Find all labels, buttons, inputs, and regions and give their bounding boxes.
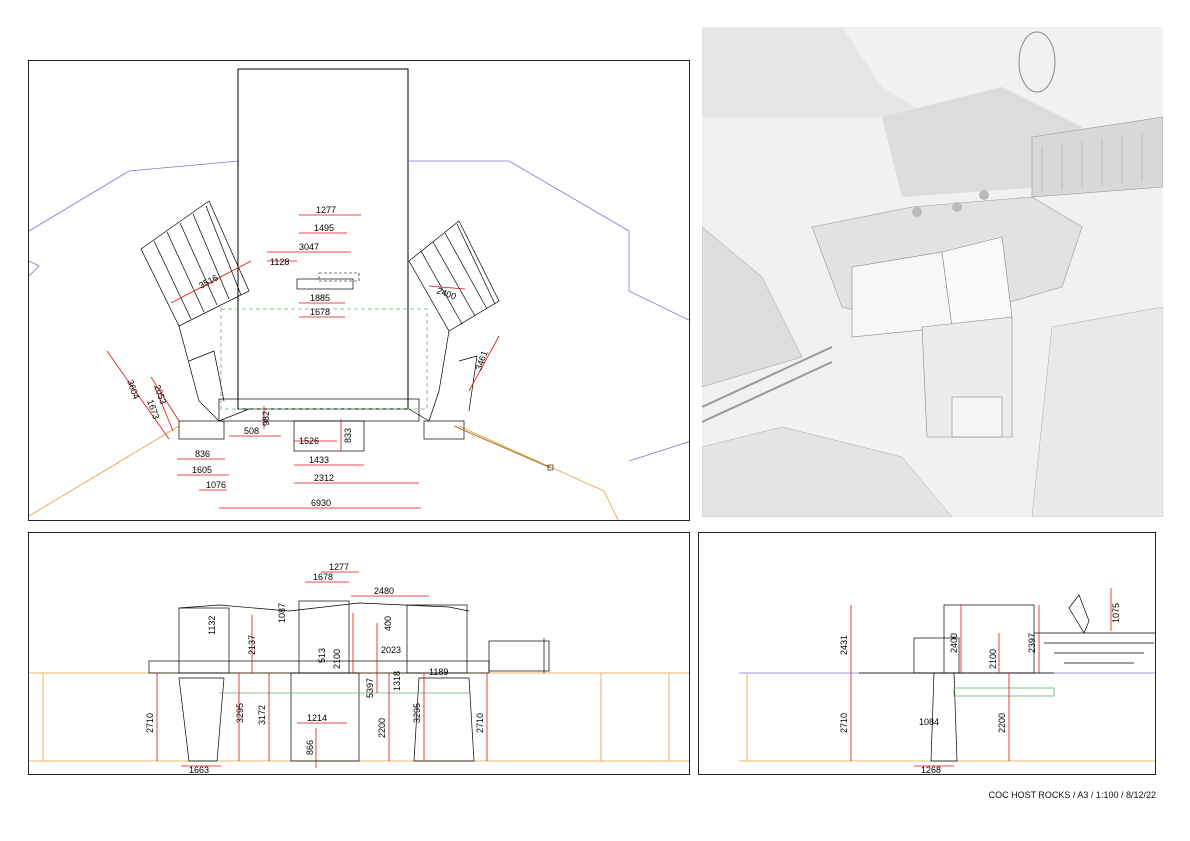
- plan-dim-label: 833: [343, 428, 353, 443]
- plan-dim-label: 2312: [314, 473, 334, 483]
- plan-dim-label: 1433: [309, 455, 329, 465]
- front-dim-label: 400: [383, 616, 393, 631]
- render-image: [702, 27, 1163, 517]
- front-dim-label: 5397: [365, 678, 375, 698]
- side-dim-label: 2397: [1027, 633, 1037, 653]
- front-elevation-dimension-labels: 1277 1678 2480 1087 2137 1132 400 513 21…: [145, 562, 485, 775]
- front-dim-label: 2200: [377, 718, 387, 738]
- plan-dim-label: 6930: [311, 498, 331, 508]
- plan-dim-label: 3461: [473, 349, 489, 371]
- plan-dim-label: 3516: [197, 273, 219, 291]
- front-dim-label: 2480: [374, 586, 394, 596]
- side-dim-label: 2400: [949, 633, 959, 653]
- plan-dim-label: 836: [195, 449, 210, 459]
- plan-view-panel: 1277 1495 3047 1128 1885 1678 3516 2400 …: [28, 60, 690, 521]
- plan-dim-label: 508: [244, 426, 259, 436]
- plan-dim-label: 982: [261, 411, 271, 426]
- plan-drawing: 1277 1495 3047 1128 1885 1678 3516 2400 …: [29, 68, 689, 520]
- front-dim-label: 3295: [235, 703, 245, 723]
- side-dim-label: 2710: [839, 713, 849, 733]
- plan-dim-label: 1495: [314, 223, 334, 233]
- plan-dimension-labels: 1277 1495 3047 1128 1885 1678 3516 2400 …: [125, 205, 490, 508]
- side-dim-label: 2200: [997, 713, 1007, 733]
- plan-dim-label: 1605: [192, 465, 212, 475]
- front-dim-label: 1132: [207, 616, 217, 635]
- side-dim-label: 1075: [1111, 603, 1121, 623]
- side-dim-label: 1268: [921, 765, 941, 775]
- front-dim-label: 1214: [307, 713, 327, 723]
- side-dim-label: 2100: [988, 649, 998, 669]
- front-dim-label: 1277: [329, 562, 349, 572]
- front-dim-label: 3295: [412, 703, 422, 723]
- front-dim-label: 1087: [277, 603, 287, 623]
- title-block: COC HOST ROCKS / A3 / 1:100 / 8/12/22: [988, 790, 1156, 800]
- front-dim-label: 2137: [247, 635, 257, 655]
- front-dim-label: 2023: [381, 645, 401, 655]
- front-dim-label: 1189: [429, 667, 448, 677]
- front-dim-label: 513: [317, 648, 327, 663]
- plan-dim-label: 3604: [125, 378, 141, 400]
- plan-dim-label: 1277: [316, 205, 336, 215]
- side-dim-label: 1084: [919, 717, 939, 727]
- front-dim-label: 2100: [332, 649, 342, 669]
- plan-dim-label: 1128: [270, 257, 289, 267]
- plan-dim-label: 1076: [206, 480, 226, 490]
- plan-dim-label: 1885: [310, 293, 330, 303]
- front-dim-label: 2710: [475, 713, 485, 733]
- plan-dim-label: 1678: [310, 307, 330, 317]
- front-elevation-panel: 1277 1678 2480 1087 2137 1132 400 513 21…: [28, 532, 690, 775]
- side-dim-label: 2431: [839, 635, 849, 655]
- front-elevation-drawing: 1277 1678 2480 1087 2137 1132 400 513 21…: [29, 562, 689, 775]
- render-view-panel: [702, 27, 1163, 517]
- plan-dim-label: 3047: [299, 242, 319, 252]
- front-dim-label: 2710: [145, 713, 155, 733]
- front-dim-label: 1318: [392, 671, 402, 691]
- front-dim-label: 1663: [189, 765, 209, 775]
- side-elevation-drawing: 2431 2400 2397 1075 2100 2710 1084 2200 …: [739, 588, 1155, 775]
- front-dim-label: 1678: [313, 572, 333, 582]
- side-elevation-panel: 2431 2400 2397 1075 2100 2710 1084 2200 …: [698, 532, 1156, 775]
- plan-dim-label: 1526: [299, 436, 319, 446]
- front-dim-label: 3172: [257, 705, 267, 725]
- front-dim-label: 866: [305, 740, 315, 755]
- side-elevation-dimension-labels: 2431 2400 2397 1075 2100 2710 1084 2200 …: [839, 603, 1121, 775]
